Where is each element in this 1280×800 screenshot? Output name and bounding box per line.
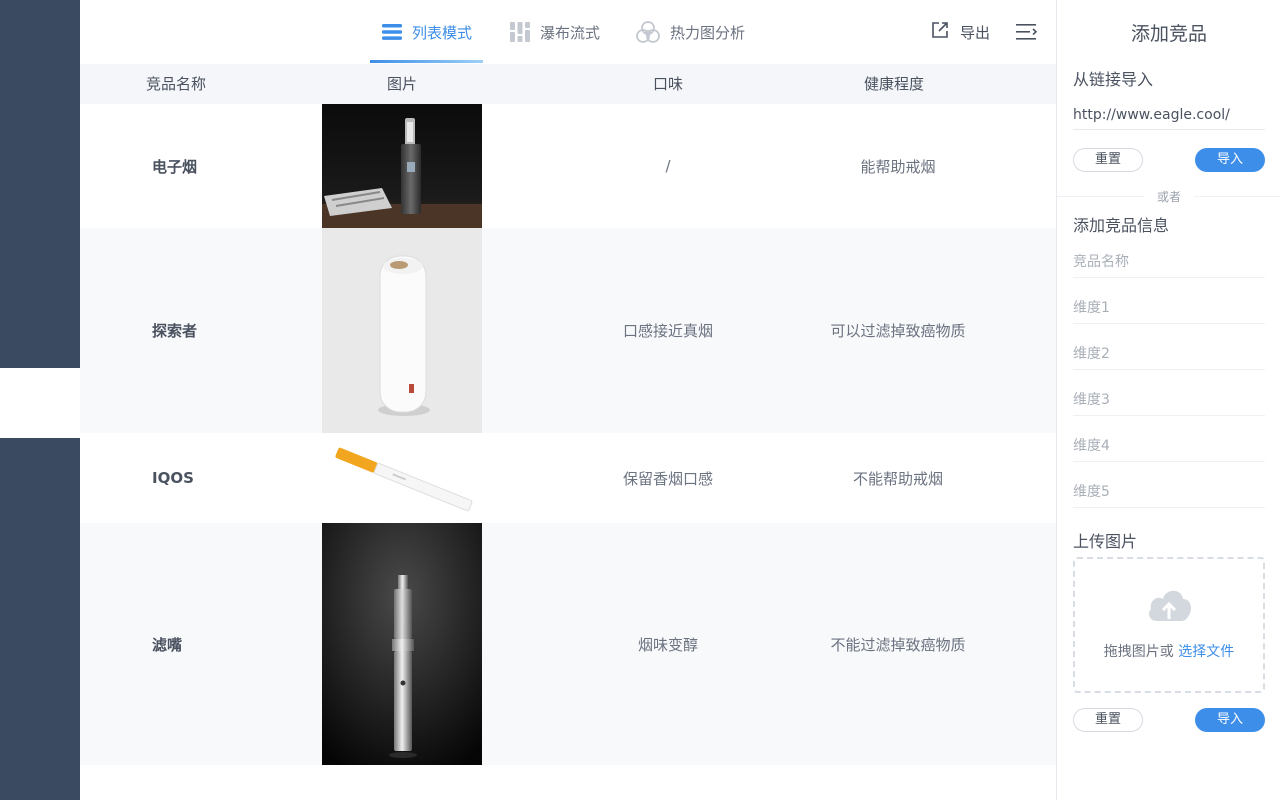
or-label: 或者 [1144,188,1194,205]
waterfall-icon [510,22,530,42]
import-button-bottom[interactable]: 导入 [1195,708,1265,732]
info-section-title: 添加竞品信息 [1073,216,1170,235]
tab-waterfall-mode[interactable]: 瀑布流式 [510,0,600,64]
health-value: 能帮助戒烟 [860,157,936,176]
left-rail-top [0,0,80,368]
taste-value: 口感接近真烟 [622,322,713,340]
health-value: 可以过滤掉致癌物质 [830,322,966,340]
add-competitor-panel: 添加竞品 从链接导入 http://www.eagle.cool/ 重置 导入 … [1056,0,1280,800]
product-name: 滤嘴 [152,635,183,654]
product-name: 探索者 [152,322,198,340]
cloud-upload-icon [1145,585,1193,629]
view-mode-bar: 列表模式 瀑布流式 热力图分析 导出 [80,0,1056,64]
taste-value: / [665,157,671,175]
vape-pen-photo [322,523,482,765]
taste-value: 烟味变醇 [637,635,698,654]
export-icon [930,20,950,44]
product-name: 电子烟 [152,157,198,176]
dimension-1-field[interactable]: 维度1 [1073,292,1265,324]
heatmap-icon [636,21,660,43]
header-health: 健康程度 [863,75,924,93]
e-cigarette-photo [322,104,482,228]
import-section-title: 从链接导入 [1073,70,1154,89]
dimension-2-field[interactable]: 维度2 [1073,338,1265,370]
white-device-photo [322,228,482,433]
dropzone-text: 拖拽图片或 [1103,644,1174,660]
reset-button[interactable]: 重置 [1073,148,1143,172]
table-header: 竞品名称 图片 口味 健康程度 [80,64,1056,104]
dimension-5-field[interactable]: 维度5 [1073,476,1265,508]
header-name: 竞品名称 [145,75,206,93]
left-rail-bottom [0,438,80,800]
export-button[interactable]: 导出 [930,0,990,64]
image-dropzone[interactable]: 拖拽图片或 选择文件 [1073,557,1265,693]
table-row[interactable]: 滤嘴 烟味变醇 不能过滤掉致癌物质 [80,523,1056,765]
dimension-4-field[interactable]: 维度4 [1073,430,1265,462]
choose-file-link[interactable]: 选择文件 [1178,644,1234,660]
cigarette-photo [322,433,482,523]
dimension-3-field[interactable]: 维度3 [1073,384,1265,416]
url-input[interactable]: http://www.eagle.cool/ [1073,100,1265,130]
export-label: 导出 [960,23,991,42]
list-icon [382,23,402,41]
dropzone-hint: 拖拽图片或 选择文件 [1075,641,1263,661]
tab-label: 热力图分析 [670,23,746,42]
upload-section-title: 上传图片 [1073,532,1138,551]
tab-label: 瀑布流式 [540,23,601,42]
tab-list-mode[interactable]: 列表模式 [382,0,472,64]
table-row[interactable]: IQOS 保留香烟口感 不能帮助戒烟 [80,433,1056,523]
panel-title: 添加竞品 [1130,23,1207,45]
left-rail-gap [0,368,80,438]
import-button[interactable]: 导入 [1195,148,1265,172]
collapse-menu-icon[interactable] [1016,22,1038,42]
health-value: 不能过滤掉致癌物质 [830,635,966,654]
name-field[interactable]: 竞品名称 [1073,246,1265,278]
table-row[interactable]: 探索者 口感接近真烟 可以过滤掉致癌物质 [80,228,1056,433]
taste-value: 保留香烟口感 [622,469,713,488]
header-taste: 口味 [652,75,683,93]
tab-heatmap-analysis[interactable]: 热力图分析 [636,0,745,64]
product-name: IQOS [152,469,194,487]
table-row[interactable]: 电子烟 / 能帮助戒烟 [80,104,1056,228]
header-image: 图片 [386,75,417,93]
reset-button-bottom[interactable]: 重置 [1073,708,1143,732]
health-value: 不能帮助戒烟 [852,469,943,488]
active-tab-indicator [370,60,483,63]
tab-label: 列表模式 [412,23,473,42]
